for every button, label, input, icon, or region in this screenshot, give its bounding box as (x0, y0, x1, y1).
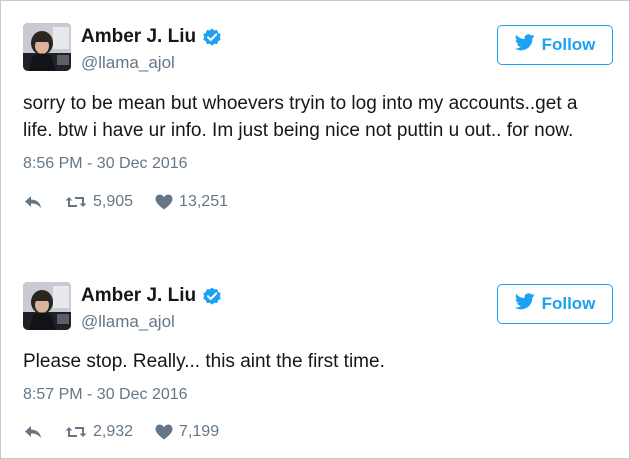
user-handle[interactable]: @llama_ajol (81, 53, 175, 73)
user-handle[interactable]: @llama_ajol (81, 312, 175, 332)
tweet-actions: 2,932 7,199 (23, 423, 613, 441)
tweet-screenshot-frame: Amber J. Liu @llama_ajol Follow sorry to… (0, 0, 630, 459)
reply-icon (23, 194, 43, 210)
heart-icon (155, 424, 173, 440)
heart-icon (155, 194, 173, 210)
like-action[interactable]: 13,251 (155, 193, 228, 211)
follow-button[interactable]: Follow (497, 284, 613, 324)
retweet-icon (65, 424, 87, 440)
name-row: Amber J. Liu (81, 26, 222, 48)
reply-icon (23, 424, 43, 440)
avatar[interactable] (23, 282, 71, 330)
tweet-text: sorry to be mean but whoevers tryin to l… (23, 93, 578, 141)
retweet-action[interactable]: 2,932 (65, 423, 133, 441)
follow-label: Follow (541, 294, 596, 313)
tweet-text: Please stop. Really... this aint the fir… (23, 351, 385, 372)
tweet-timestamp[interactable]: 8:56 PM - 30 Dec 2016 (23, 155, 613, 173)
bird-icon (514, 293, 535, 315)
like-count: 7,199 (179, 423, 220, 440)
tweet-header: Amber J. Liu @llama_ajol Follow (23, 282, 613, 334)
verified-badge-icon (202, 286, 222, 306)
tweet-timestamp[interactable]: 8:57 PM - 30 Dec 2016 (23, 386, 613, 404)
reply-action[interactable] (23, 194, 43, 210)
follow-label: Follow (541, 35, 596, 54)
avatar[interactable] (23, 23, 71, 71)
verified-badge-icon (202, 27, 222, 47)
tweet-header: Amber J. Liu @llama_ajol Follow (23, 23, 613, 75)
like-count: 13,251 (179, 193, 228, 210)
name-row: Amber J. Liu (81, 285, 222, 307)
bird-icon (514, 34, 535, 56)
retweet-count: 5,905 (93, 193, 134, 210)
retweet-count: 2,932 (93, 423, 134, 440)
like-action[interactable]: 7,199 (155, 423, 219, 441)
follow-button[interactable]: Follow (497, 25, 613, 65)
tweet-actions: 5,905 13,251 (23, 193, 613, 211)
reply-action[interactable] (23, 424, 43, 440)
display-name[interactable]: Amber J. Liu (81, 26, 196, 48)
tweet-card: Amber J. Liu @llama_ajol Follow Please s… (23, 282, 613, 441)
retweet-icon (65, 194, 87, 210)
tweet-card: Amber J. Liu @llama_ajol Follow sorry to… (23, 23, 613, 211)
display-name[interactable]: Amber J. Liu (81, 285, 196, 307)
retweet-action[interactable]: 5,905 (65, 193, 133, 211)
